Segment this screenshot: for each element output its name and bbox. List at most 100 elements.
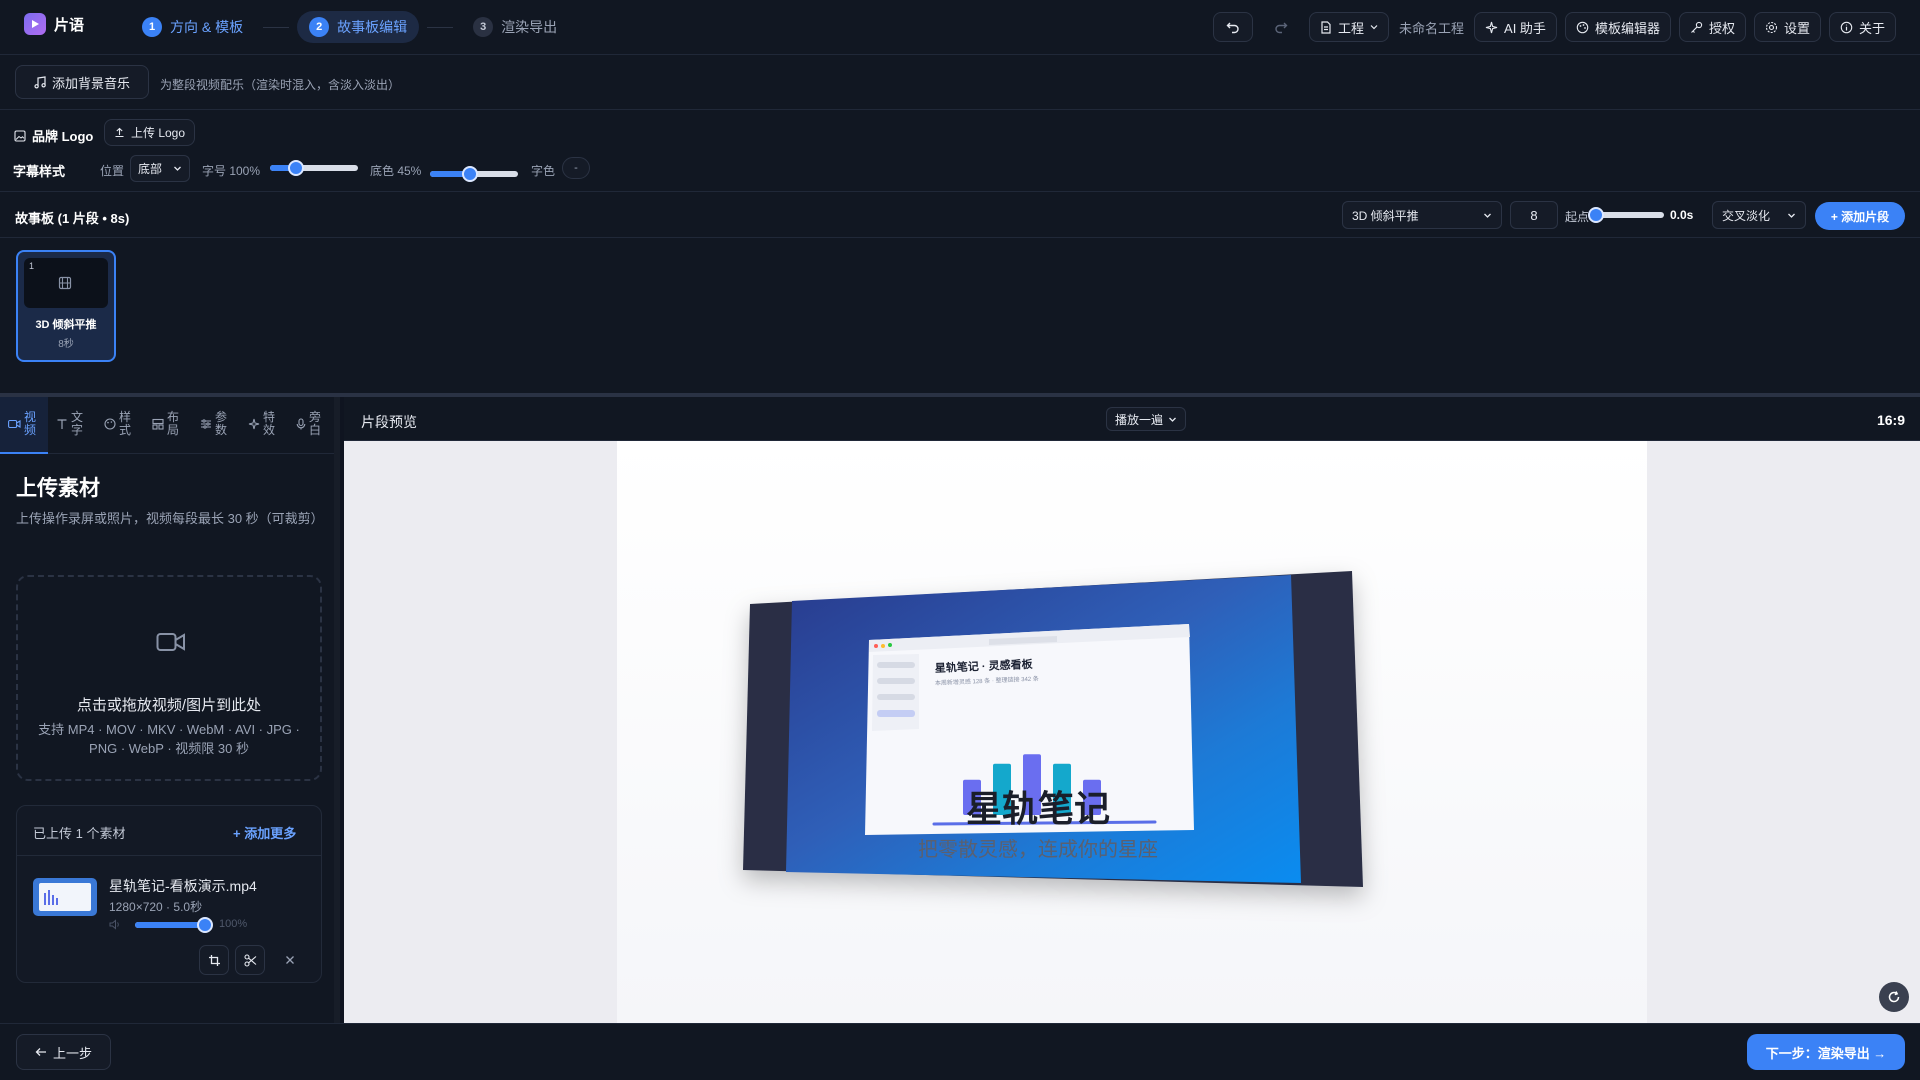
position-select[interactable]: 底部 [130, 155, 190, 182]
slider-knob[interactable] [1588, 207, 1604, 223]
refresh-icon [1887, 990, 1901, 1004]
position-label: 位置 [100, 164, 125, 178]
undo-button[interactable] [1213, 12, 1253, 42]
tab-params[interactable]: 参数 [200, 411, 228, 437]
aspect-ratio[interactable]: 16:9 [1877, 412, 1905, 428]
next-button[interactable]: 下一步：渲染导出 → [1747, 1034, 1905, 1070]
slider-knob[interactable] [288, 160, 305, 176]
key-icon [1690, 21, 1703, 34]
sidebar-line-active [877, 710, 915, 717]
thumbnail-bar [48, 890, 50, 905]
tab-narration[interactable]: 旁白 [296, 411, 322, 437]
add-clip-button[interactable]: + 添加片段 [1815, 202, 1905, 230]
font-color-swatch[interactable]: - [562, 157, 590, 179]
step-render[interactable]: 3 渲染导出 [461, 11, 569, 43]
tab-style[interactable]: 样式 [104, 411, 132, 437]
preview-title: 片段预览 [361, 414, 417, 430]
crop-button[interactable] [199, 945, 229, 975]
thumbnail-bar [56, 898, 58, 905]
remove-file-button[interactable] [275, 945, 305, 975]
settings-button[interactable]: 设置 [1753, 12, 1821, 42]
undo-icon [1226, 20, 1240, 34]
replay-button[interactable] [1879, 982, 1909, 1012]
clip-name: 3D 倾斜平推 [35, 319, 97, 331]
clip-index: 1 [29, 261, 35, 271]
license-label: 授权 [1708, 20, 1735, 36]
project-name[interactable]: 未命名工程 [1397, 18, 1466, 37]
brand-title: 品牌 Logo [32, 129, 94, 144]
image-icon [14, 129, 26, 142]
headline-text: 星轨笔记 [965, 788, 1110, 829]
file-meta: 1280×720 · 5.0秒 [109, 900, 203, 914]
tab-layout[interactable]: 布局 [152, 411, 180, 437]
tab-video[interactable]: 视频 [8, 411, 37, 437]
tab-label: 视频 [24, 410, 37, 437]
app-logo[interactable]: 片语 [24, 13, 84, 35]
window-minimize-dot [881, 644, 885, 648]
license-button[interactable]: 授权 [1678, 12, 1746, 42]
step-direction[interactable]: 1 方向 & 模板 [130, 11, 255, 43]
step-storyboard[interactable]: 2 故事板编辑 [297, 11, 420, 43]
music-hint: 为整段视频配乐（渲染时混入，含淡入淡出） [160, 78, 401, 92]
template-editor-button[interactable]: 模板编辑器 [1564, 12, 1671, 42]
clip-card[interactable]: 1 3D 倾斜平推 8秒 [16, 250, 116, 362]
tab-effects[interactable]: 特效 [248, 411, 276, 437]
step-number: 1 [142, 17, 162, 37]
panel-scrollbar[interactable] [334, 397, 340, 1023]
project-menu-button[interactable]: 工程 [1309, 12, 1390, 42]
storyboard-header: 故事板 (1 片段 • 8s) 3D 倾斜平推 8 起点 0.0s 交叉淡化 +… [0, 192, 1920, 238]
transition-template-select[interactable]: 3D 倾斜平推 [1342, 201, 1502, 229]
start-label: 起点 [1565, 210, 1590, 224]
preview-canvas-area: 星轨笔记 · 灵感看板 本周新增灵感 128 条 · 整理链接 342 条 星轨… [344, 441, 1920, 1023]
chevron-down-icon [1787, 211, 1796, 220]
add-music-button[interactable]: 添加背景音乐 [15, 65, 150, 99]
start-slider[interactable] [1588, 207, 1664, 223]
top-bar: 片语 1 方向 & 模板 2 故事板编辑 3 渲染导出 工程 未命名工程 AI … [0, 0, 1920, 55]
back-label: 上一步 [53, 1045, 93, 1061]
drop-formats: 支持 MP4 · MOV · MKV · WebM · AVI · JPG · … [38, 722, 300, 756]
add-more-link[interactable]: + 添加更多 [233, 823, 296, 842]
music-bar: 添加背景音乐 为整段视频配乐（渲染时混入，含淡入淡出） [0, 55, 1920, 110]
text-icon [56, 418, 68, 430]
volume-value: 100% [219, 918, 248, 930]
video-frame[interactable]: 星轨笔记 · 灵感看板 本周新增灵感 128 条 · 整理链接 342 条 星轨… [617, 441, 1647, 1023]
project-label: 工程 [1338, 20, 1365, 36]
duration-input[interactable]: 8 [1510, 201, 1558, 229]
sidebar-line [877, 662, 915, 668]
upload-desc: 上传操作录屏或照片，视频每段最长 30 秒（可裁剪） [16, 511, 324, 526]
transition-value: 交叉淡化 [1722, 208, 1771, 223]
chevron-down-icon [1168, 415, 1177, 424]
step-label: 方向 & 模板 [170, 19, 244, 35]
ai-assistant-button[interactable]: AI 助手 [1474, 12, 1557, 42]
thumbnail-window [39, 883, 91, 911]
upload-logo-button[interactable]: 上传 Logo [104, 119, 196, 146]
play-mode-value: 播放一遍 [1115, 412, 1164, 427]
background-opacity-label: 底色 45% [370, 164, 422, 178]
settings-label: 设置 [1783, 20, 1810, 36]
slider-knob[interactable] [197, 917, 213, 933]
volume-icon[interactable] [109, 919, 121, 930]
start-value: 0.0s [1670, 208, 1694, 222]
trim-button[interactable] [235, 945, 265, 975]
back-button[interactable]: 上一步 [16, 1034, 112, 1070]
clip-duration: 8秒 [58, 339, 74, 350]
transition-select[interactable]: 交叉淡化 [1712, 201, 1806, 229]
film-icon [58, 276, 72, 290]
about-label: 关于 [1858, 20, 1885, 36]
redo-button[interactable] [1261, 12, 1301, 42]
play-mode-select[interactable]: 播放一遍 [1106, 407, 1186, 431]
slider-knob[interactable] [461, 166, 478, 182]
play-logo-icon [24, 13, 46, 35]
tab-label: 特效 [263, 410, 276, 437]
volume-slider[interactable] [135, 917, 213, 933]
drop-zone[interactable]: 点击或拖放视频/图片到此处 支持 MP4 · MOV · MKV · WebM … [16, 575, 322, 781]
about-button[interactable]: 关于 [1828, 12, 1896, 42]
font-size-slider[interactable] [270, 160, 358, 176]
step-number: 3 [473, 17, 494, 37]
background-opacity-slider[interactable] [430, 166, 518, 182]
upload-title: 上传素材 [16, 477, 100, 500]
tab-text[interactable]: 文字 [56, 411, 84, 437]
file-icon [1320, 20, 1332, 34]
subtitle-style-title: 字幕样式 [13, 164, 66, 179]
sparkle-icon [1485, 21, 1498, 34]
